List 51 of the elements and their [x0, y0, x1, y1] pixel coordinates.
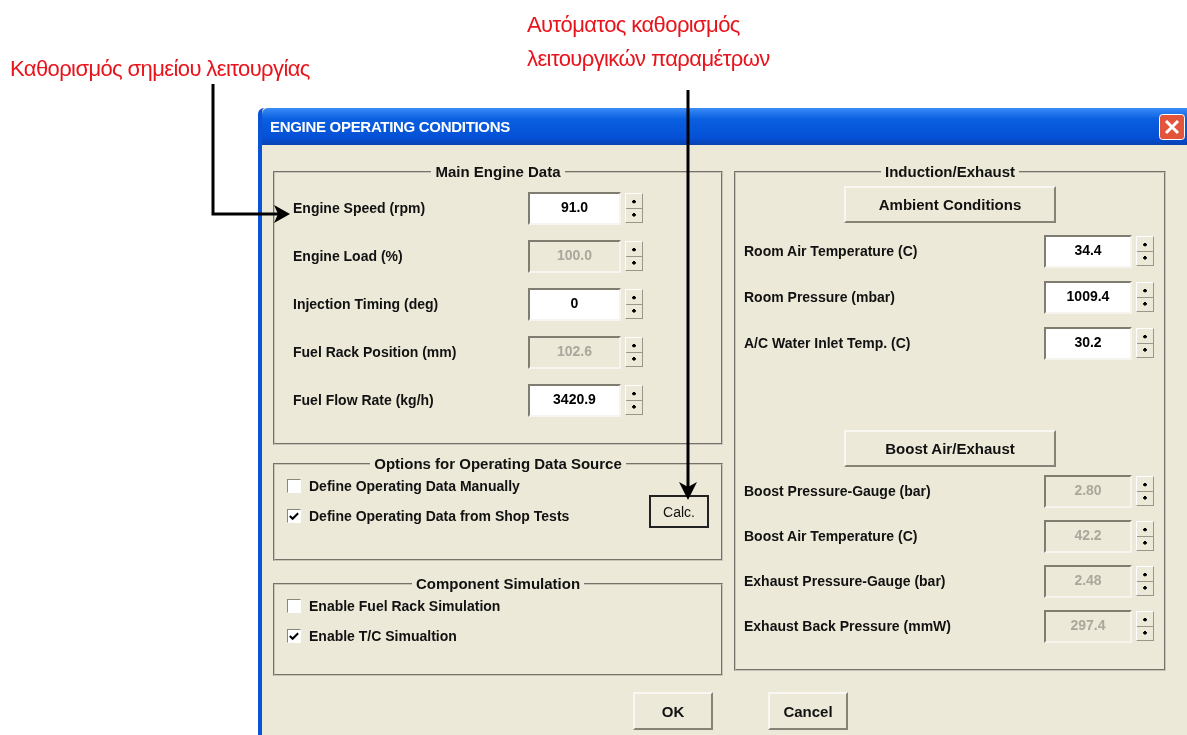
field-label: Engine Speed (rpm)	[292, 200, 427, 216]
input-field[interactable]: 91.0	[528, 191, 621, 225]
field-label: A/C Water Inlet Temp. (C)	[744, 335, 912, 351]
section-button[interactable]: Ambient Conditions	[844, 186, 1056, 223]
spin-button[interactable]	[1136, 566, 1154, 596]
field-label: Fuel Rack Position (mm)	[292, 344, 458, 360]
spin-button[interactable]	[625, 337, 643, 367]
close-icon[interactable]	[1159, 113, 1185, 140]
field-label: Injection Timing (deg)	[292, 296, 440, 312]
spin-button[interactable]	[625, 193, 643, 223]
field-label: Room Air Temperature (C)	[744, 243, 919, 259]
group-title: Component Simulation	[414, 575, 582, 592]
checkbox-label: Define Operating Data from Shop Tests	[309, 508, 570, 524]
checkbox[interactable]	[287, 509, 301, 523]
spin-button[interactable]	[1136, 328, 1154, 358]
annotation-text: Καθορισμός σημείου λειτουργίας	[10, 55, 310, 83]
input-field[interactable]: 0	[528, 287, 621, 321]
spin-button[interactable]	[1136, 282, 1154, 312]
spin-button[interactable]	[625, 385, 643, 415]
spin-button[interactable]	[1136, 611, 1154, 641]
spin-button[interactable]	[625, 289, 643, 319]
window-title: ENGINE OPERATING CONDITIONS	[270, 118, 510, 135]
section-button[interactable]: Boost Air/Exhaust	[844, 430, 1056, 467]
group-title: Induction/Exhaust	[884, 163, 1016, 180]
field-label: Fuel Flow Rate (kg/h)	[292, 392, 435, 408]
field-label: Boost Pressure-Gauge (bar)	[744, 483, 932, 499]
group-title: Main Engine Data	[434, 163, 562, 180]
checkbox-label: Define Operating Data Manually	[309, 478, 520, 494]
group-title: Options for Operating Data Source	[373, 455, 623, 472]
field-label: Exhaust Back Pressure (mmW)	[744, 618, 952, 634]
annotation-text: Αυτόματος καθορισμός λειτουργικών παραμέτρων	[527, 11, 770, 73]
calc-button[interactable]: Calc.	[649, 495, 709, 528]
field-label: Engine Load (%)	[292, 248, 404, 264]
field-label: Boost Air Temperature (C)	[744, 528, 919, 544]
spin-button[interactable]	[1136, 476, 1154, 506]
checkbox[interactable]	[287, 629, 301, 643]
spin-button[interactable]	[625, 241, 643, 271]
input-field[interactable]: 34.4	[1044, 234, 1132, 268]
checkbox-label: Enable Fuel Rack Simulation	[309, 598, 501, 614]
ok-button[interactable]: OK	[633, 692, 713, 730]
checkbox[interactable]	[287, 479, 301, 493]
spin-button[interactable]	[1136, 236, 1154, 266]
checkbox[interactable]	[287, 599, 301, 613]
field-label: Room Pressure (mbar)	[744, 289, 896, 305]
input-field[interactable]: 30.2	[1044, 326, 1132, 360]
spin-button[interactable]	[1136, 521, 1154, 551]
input-field[interactable]: 3420.9	[528, 383, 621, 417]
checkbox-label: Enable T/C Simualtion	[309, 628, 457, 644]
input-field[interactable]: 1009.4	[1044, 280, 1132, 314]
cancel-button[interactable]: Cancel	[768, 692, 848, 730]
field-label: Exhaust Pressure-Gauge (bar)	[744, 573, 947, 589]
